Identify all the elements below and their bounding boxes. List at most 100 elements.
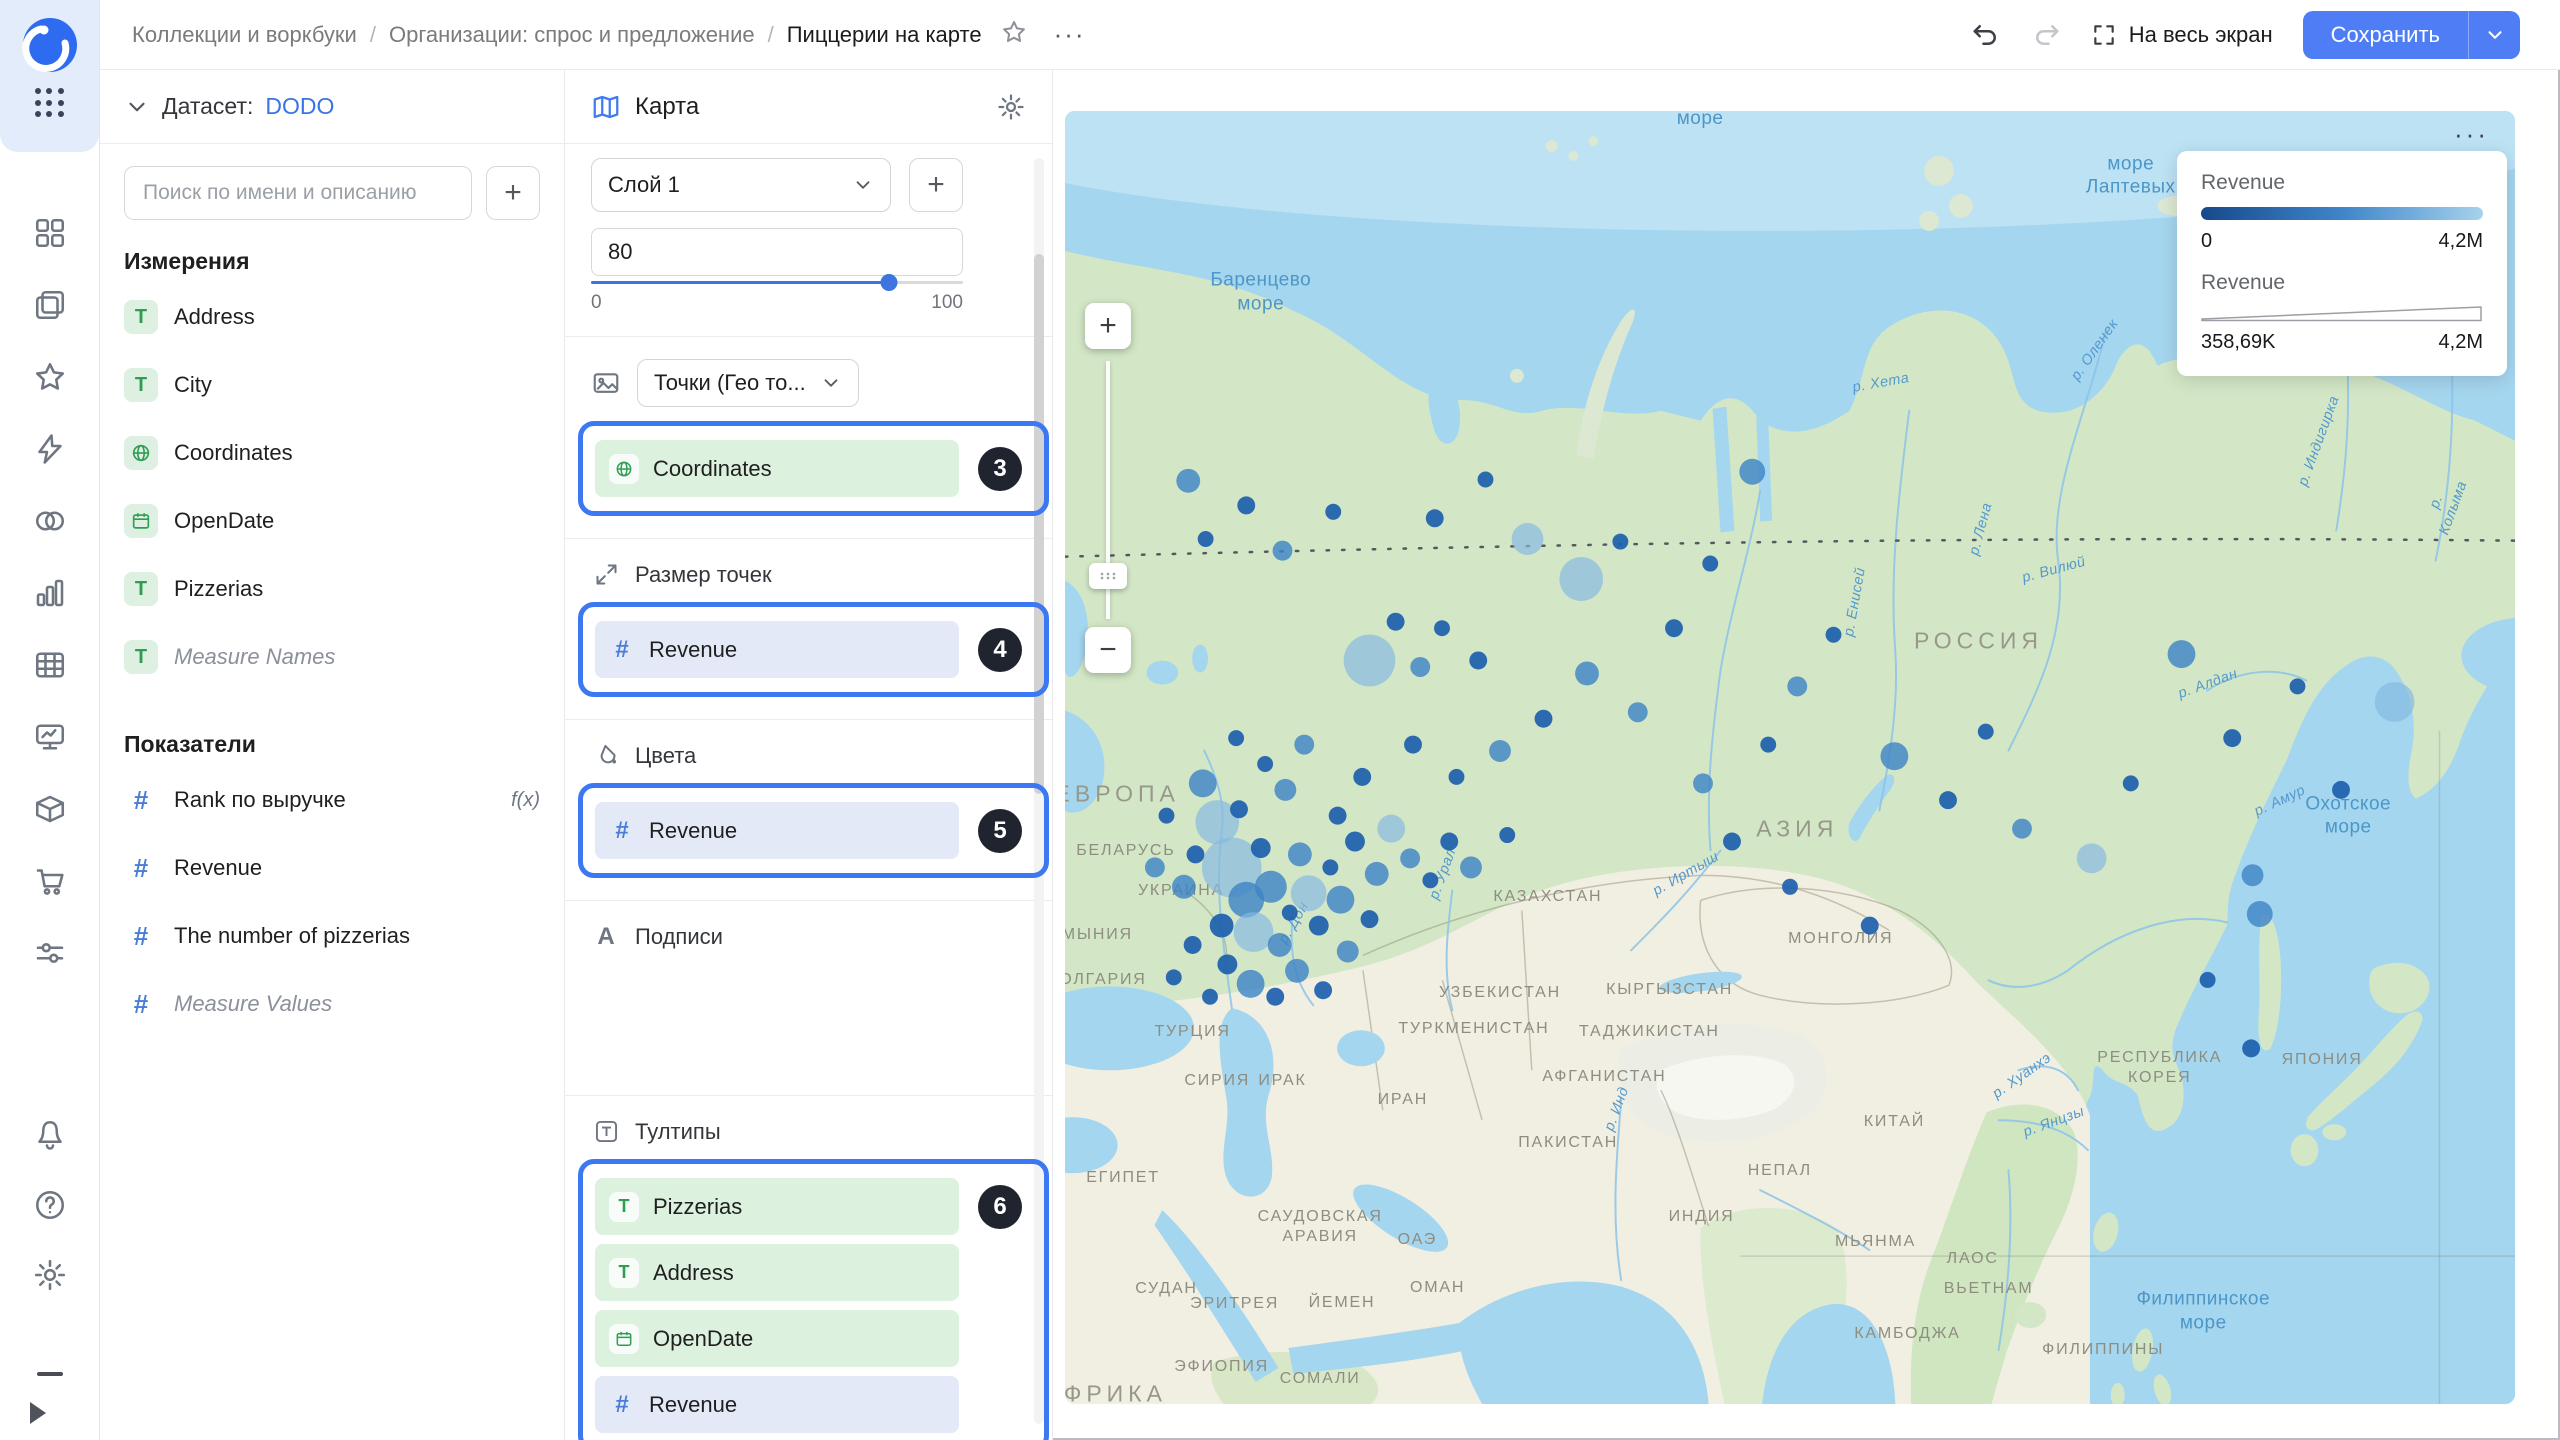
opacity-slider-handle[interactable]	[880, 274, 897, 291]
chip-label: Revenue	[649, 1392, 737, 1418]
datalens-map-editor: { "accent_colors": { "primary_blue": "#4…	[0, 0, 2560, 1440]
legend-size-wedge	[2201, 305, 2483, 323]
settings-icon[interactable]	[0, 1240, 100, 1310]
opacity-control: 80 0 100	[591, 228, 963, 314]
number-field-icon: #	[124, 785, 158, 816]
opacity-slider[interactable]	[591, 274, 963, 292]
charts-icon[interactable]	[0, 557, 100, 629]
favorites-icon[interactable]	[0, 341, 100, 413]
topbar: Коллекции и воркбуки/Организации: спрос …	[100, 0, 2560, 70]
size-section-header: Размер точек	[565, 561, 1052, 588]
save-dropdown-button[interactable]	[2468, 11, 2520, 59]
save-button[interactable]: Сохранить	[2303, 11, 2468, 59]
layer-select[interactable]: Слой 1	[591, 158, 891, 212]
number-field-icon: #	[124, 921, 158, 952]
favorite-star-icon[interactable]	[1000, 18, 1028, 51]
tooltips-section-title: Тултипы	[635, 1119, 721, 1145]
field-row[interactable]: TPizzerias	[100, 555, 564, 623]
chart-settings-gear-icon[interactable]	[996, 92, 1026, 122]
apps-grid-icon[interactable]	[35, 88, 65, 118]
collapse-chevron-icon[interactable]	[124, 94, 150, 120]
field-row[interactable]: #Measure Values	[100, 970, 564, 1038]
datasets-icon[interactable]	[0, 485, 100, 557]
expand-arrow-icon[interactable]	[30, 1402, 46, 1424]
field-row[interactable]: OpenDate	[100, 487, 564, 555]
field-chip[interactable]: #Revenue	[595, 621, 959, 678]
zoom-in-button[interactable]: +	[1085, 303, 1131, 349]
chevron-down-icon	[820, 372, 842, 394]
field-label: Revenue	[174, 855, 262, 881]
chip-label: Pizzerias	[653, 1194, 742, 1220]
field-row[interactable]: Coordinates	[100, 419, 564, 487]
zoom-slider-grip[interactable]	[1089, 563, 1127, 589]
map-canvas[interactable]: мореБаренцево мореморе ЛаптевыхОхотское …	[1065, 111, 2515, 1404]
dashboards-icon[interactable]	[0, 197, 100, 269]
number-field-icon: #	[609, 817, 635, 845]
collapse-handle[interactable]	[0, 1372, 99, 1376]
tables-icon[interactable]	[0, 629, 100, 701]
field-row[interactable]: # The number of pizzerias	[100, 902, 564, 970]
field-search-input[interactable]	[124, 166, 472, 220]
map-chart-icon	[591, 92, 621, 122]
services-icon[interactable]	[0, 917, 100, 989]
callout-colors: #Revenue 5	[578, 783, 1049, 878]
text-field-icon: T	[124, 300, 158, 334]
left-rail	[0, 0, 100, 1440]
topbar-actions: На весь экран Сохранить	[1971, 11, 2520, 59]
functions-icon[interactable]	[0, 413, 100, 485]
chart-more-icon[interactable]: ···	[2454, 119, 2489, 150]
dataset-name-link[interactable]: DODO	[265, 93, 334, 120]
geotype-select[interactable]: Точки (Гео то...	[637, 359, 859, 407]
breadcrumb: Коллекции и воркбуки/Организации: спрос …	[132, 22, 982, 48]
number-field-icon: #	[609, 1391, 635, 1419]
config-scrollbar-thumb[interactable]	[1034, 254, 1044, 794]
field-chip[interactable]: Coordinates	[595, 440, 959, 497]
field-chip[interactable]: TPizzerias	[595, 1178, 959, 1235]
add-field-button[interactable]: +	[486, 166, 540, 220]
field-label: The number of pizzerias	[174, 923, 410, 949]
field-chip[interactable]: TAddress	[595, 1244, 959, 1301]
chip-label: Address	[653, 1260, 734, 1286]
measures-list: #Rank по выручкеf(x)#Revenue#The number …	[100, 766, 564, 1038]
field-row[interactable]: TCity	[100, 351, 564, 419]
text-field-icon: T	[124, 572, 158, 606]
undo-icon[interactable]	[1971, 20, 2001, 50]
field-chip[interactable]: # Revenue	[595, 802, 959, 859]
dataset-search-row: +	[100, 144, 564, 220]
collections-icon[interactable]	[0, 269, 100, 341]
field-row[interactable]: #Rank по выручкеf(x)	[100, 766, 564, 834]
legend-size-max: 4,2M	[2439, 331, 2483, 354]
field-row[interactable]: TMeasure Names	[100, 623, 564, 691]
opacity-input[interactable]: 80	[591, 228, 963, 276]
geopoint-field-icon	[124, 436, 158, 470]
field-row[interactable]: TAddress	[100, 283, 564, 351]
breadcrumb-item[interactable]: Организации: спрос и предложение	[389, 22, 755, 48]
editor-icon[interactable]	[0, 701, 100, 773]
chart-config-body: Слой 1 + 80 0 100 Точки (Гео то...	[565, 144, 1052, 1440]
zoom-out-button[interactable]: −	[1085, 627, 1131, 673]
field-chip[interactable]: OpenDate	[595, 1310, 959, 1367]
redo-icon[interactable]	[2031, 20, 2061, 50]
chart-config-panel: Карта Слой 1 + 80 0 100	[565, 70, 1053, 1440]
number-field-icon: #	[609, 636, 635, 664]
field-row[interactable]: #Revenue	[100, 834, 564, 902]
storage-icon[interactable]	[0, 773, 100, 845]
dimensions-title: Измерения	[100, 220, 564, 283]
add-layer-button[interactable]: +	[909, 158, 963, 212]
callout-tooltips: TPizzeriasTAddressOpenDate#Revenue 6	[578, 1159, 1049, 1440]
chip-label: OpenDate	[653, 1326, 753, 1352]
notifications-icon[interactable]	[0, 1100, 100, 1170]
breadcrumb-item[interactable]: Коллекции и воркбуки	[132, 22, 357, 48]
breadcrumb-more-icon[interactable]: ···	[1054, 19, 1086, 50]
chevron-down-icon	[2484, 24, 2506, 46]
field-chip[interactable]: # Revenue	[595, 1376, 959, 1433]
labels-drop-zone[interactable]	[565, 965, 1052, 1073]
datalens-logo[interactable]	[21, 16, 79, 74]
chip-label: Revenue	[649, 818, 737, 844]
fullscreen-button[interactable]: На весь экран	[2091, 22, 2273, 48]
help-icon[interactable]	[0, 1170, 100, 1240]
text-field-icon: T	[124, 640, 158, 674]
marketplace-icon[interactable]	[0, 845, 100, 917]
breadcrumb-item[interactable]: Пиццерии на карте	[787, 22, 982, 48]
field-label: Measure Values	[174, 991, 332, 1017]
